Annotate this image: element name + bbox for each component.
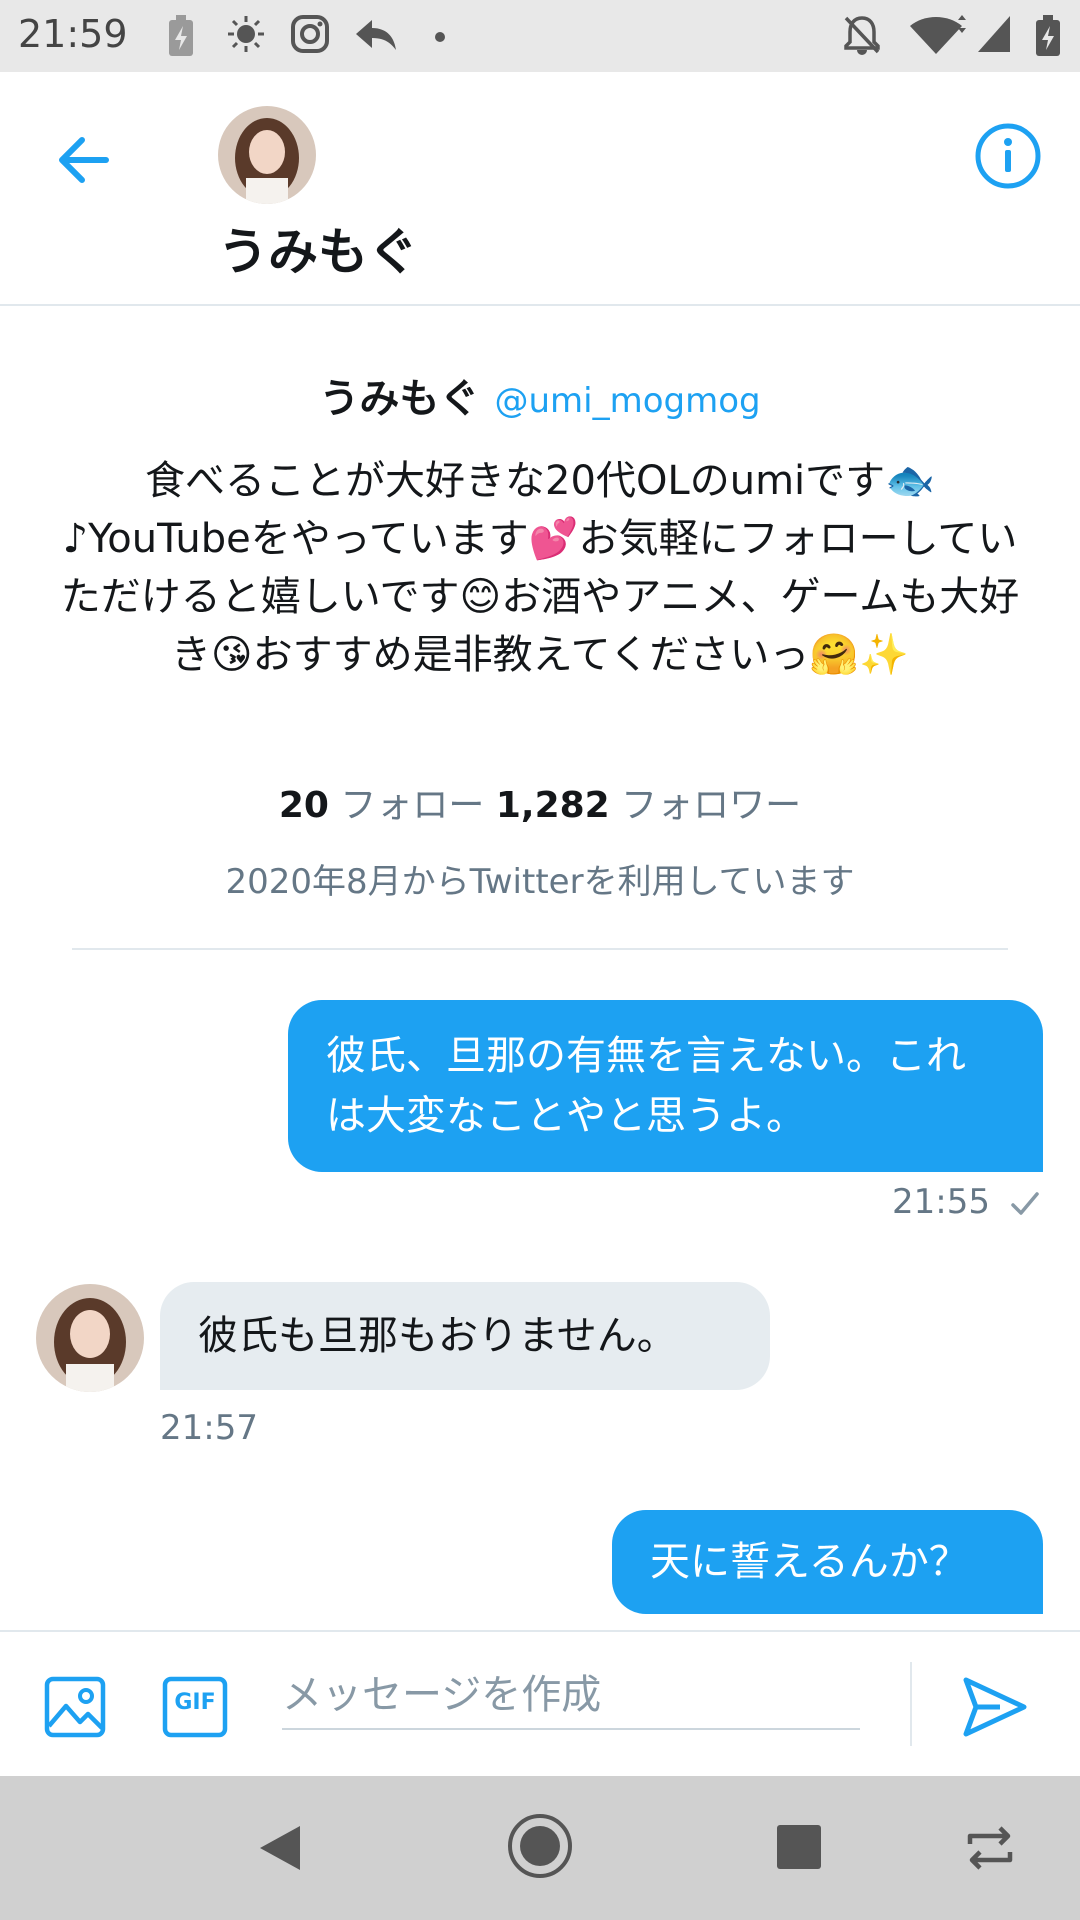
followers-label: フォロワー xyxy=(621,785,802,826)
back-button[interactable] xyxy=(52,128,116,192)
info-button[interactable] xyxy=(974,122,1042,190)
following-count: 20 xyxy=(278,785,329,826)
message-time: 21:55 xyxy=(892,1182,1041,1222)
add-gif-button[interactable]: GIF xyxy=(162,1676,228,1738)
profile-bio: 食べることが大好きな20代OLのumiです🐟♪YouTubeをやっています💕お気… xyxy=(60,458,1020,678)
rotate-icon xyxy=(967,1826,1013,1870)
send-icon xyxy=(963,1677,1027,1737)
header-name[interactable]: うみもぐ xyxy=(218,212,418,284)
nav-back-icon xyxy=(260,1826,300,1870)
battery-saver-icon xyxy=(166,14,196,62)
message-composer: GIF xyxy=(0,1630,1080,1776)
profile-title: うみもぐ @umi_mogmog xyxy=(0,366,1080,424)
send-button[interactable] xyxy=(960,1672,1030,1742)
following-stat[interactable]: 20 フォロー xyxy=(279,785,485,826)
wifi-icon xyxy=(908,14,966,60)
rotate-button[interactable] xyxy=(962,1822,1018,1874)
notifications-off-icon xyxy=(842,14,882,60)
message-text: 彼氏も旦那もおりません。 xyxy=(198,1313,677,1359)
message-bubble-incoming[interactable]: 彼氏も旦那もおりません。 xyxy=(160,1282,770,1390)
profile-name[interactable]: うみもぐ xyxy=(319,376,479,422)
message-input[interactable] xyxy=(282,1662,860,1730)
followers-count: 1,282 xyxy=(495,785,610,826)
nav-back-button[interactable] xyxy=(254,1822,306,1874)
followers-stat[interactable]: 1,282 フォロワー xyxy=(496,785,801,826)
message-bubble-outgoing[interactable]: 天に誓えるんか？ xyxy=(612,1510,1043,1614)
conversation-header: うみもぐ xyxy=(0,72,1080,306)
message-text: 彼氏、旦那の有無を言えない。これは大変なことやと思うよ。 xyxy=(326,1033,966,1139)
info-icon xyxy=(975,123,1041,189)
message-timestamp: 21:57 xyxy=(160,1408,258,1448)
following-label: フォロー xyxy=(340,785,485,826)
navigation-bar xyxy=(0,1776,1080,1920)
message-text: 天に誓えるんか？ xyxy=(650,1539,969,1585)
message-timestamp: 21:55 xyxy=(892,1182,990,1222)
profile-handle[interactable]: @umi_mogmog xyxy=(494,381,760,421)
nav-recents-button[interactable] xyxy=(774,1822,824,1872)
battery-icon xyxy=(1034,14,1062,62)
nav-home-icon xyxy=(508,1814,572,1878)
divider xyxy=(910,1662,912,1746)
header-avatar[interactable] xyxy=(218,106,316,204)
check-icon xyxy=(1011,1191,1039,1215)
message-bubble-outgoing[interactable]: 彼氏、旦那の有無を言えない。これは大変なことやと思うよ。 xyxy=(288,1000,1043,1172)
nav-home-button[interactable] xyxy=(506,1812,574,1880)
status-time: 21:59 xyxy=(18,12,128,56)
instagram-icon xyxy=(290,14,330,58)
profile-stats: 20 フォロー 1,282 フォロワー xyxy=(0,776,1080,828)
add-image-button[interactable] xyxy=(44,1676,106,1738)
arrow-left-icon xyxy=(59,137,109,183)
profile-summary: うみもぐ @umi_mogmog 食べることが大好きな20代OLのumiです🐟♪… xyxy=(0,306,1080,952)
dot-icon xyxy=(434,28,446,47)
profile-joined-date: 2020年8月からTwitterを利用しています xyxy=(225,862,855,902)
image-icon xyxy=(44,1676,106,1738)
sender-avatar[interactable] xyxy=(36,1284,144,1392)
nav-recents-icon xyxy=(777,1825,821,1869)
brightness-icon xyxy=(226,14,266,58)
signal-icon xyxy=(976,14,1012,58)
divider xyxy=(72,948,1008,950)
gif-label: GIF xyxy=(174,1690,216,1715)
reply-icon xyxy=(354,14,398,58)
status-bar: 21:59 xyxy=(0,0,1080,72)
